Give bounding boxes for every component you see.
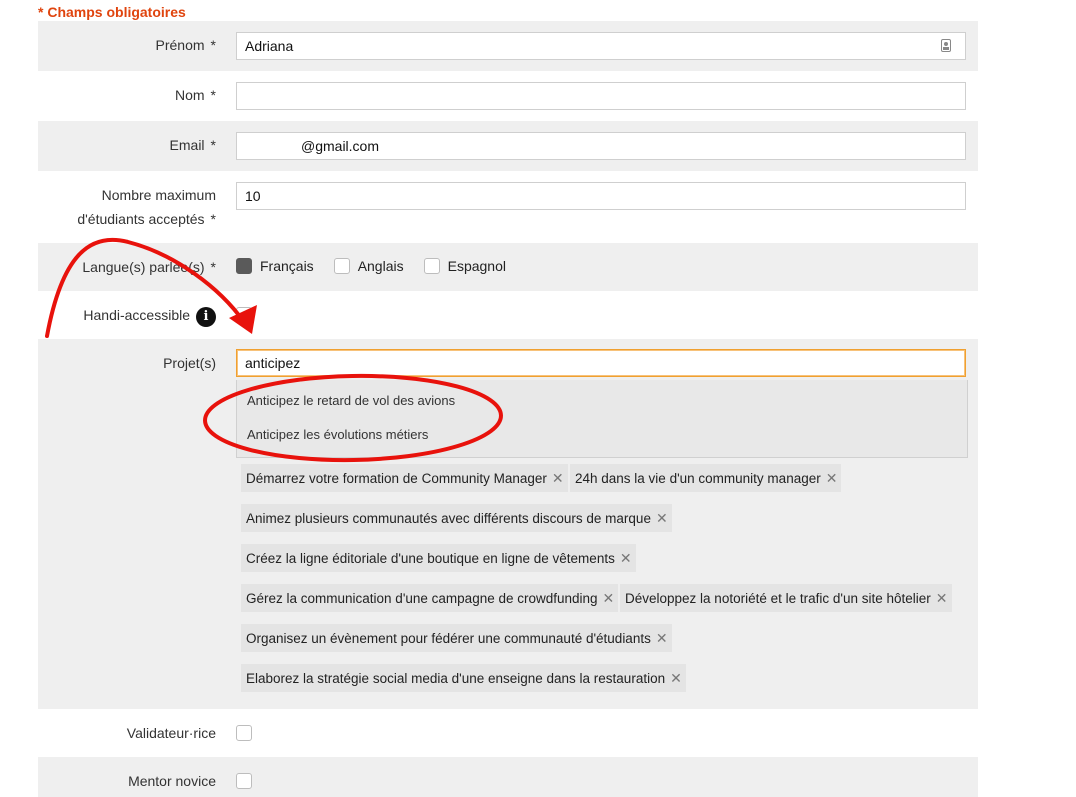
nom-input[interactable] [236, 82, 966, 110]
remove-tag-icon[interactable]: ✕ [826, 470, 838, 486]
remove-tag-icon[interactable]: ✕ [603, 590, 615, 606]
label-handi: Handi-accessible [83, 307, 190, 323]
row-languages: Langue(s) parlée(s) * Français Anglais Es… [38, 243, 978, 291]
label-max-students-line1: Nombre maximum [101, 187, 216, 203]
row-max-students: Nombre maximum d'étudiants acceptés * 10 [38, 171, 978, 243]
label-languages: Langue(s) parlée(s) * [82, 259, 216, 275]
project-tag: Créez la ligne éditoriale d'une boutique… [241, 544, 636, 572]
remove-tag-icon[interactable]: ✕ [936, 590, 948, 606]
label-projets: Projet(s) [163, 355, 216, 371]
francais-checkbox[interactable] [236, 258, 252, 274]
label-max-students-line2: d'étudiants acceptés * [77, 211, 216, 227]
project-tag: Développez la notoriété et le trafic d'u… [620, 584, 952, 612]
remove-tag-icon[interactable]: ✕ [656, 630, 668, 646]
suggestion-item[interactable]: Anticipez le retard de vol des avions [247, 393, 455, 408]
label-email: Email * [169, 137, 216, 153]
anglais-checkbox[interactable] [333, 258, 350, 274]
email-input[interactable]: @gmail.com [236, 132, 966, 160]
label-nom: Nom * [174, 87, 216, 103]
project-tag: Démarrez votre formation de Community Ma… [241, 464, 568, 492]
label-mentor: Mentor novice [128, 773, 216, 789]
mentor-checkbox[interactable] [236, 773, 252, 789]
espagnol-checkbox[interactable] [423, 258, 440, 274]
max-students-input[interactable]: 10 [236, 182, 966, 210]
label-prenom: Prénom * [155, 37, 216, 53]
project-tag: Animez plusieurs communautés avec différ… [241, 504, 672, 532]
required-fields-note: * Champs obligatoires [38, 4, 186, 20]
row-nom: Nom * [38, 71, 978, 121]
project-tag: Organisez un évènement pour fédérer une … [241, 624, 672, 652]
row-handi: Handi-accessible i [38, 291, 978, 339]
row-email: Email * @gmail.com [38, 121, 978, 171]
project-tag: 24h dans la vie d'un community manager ✕ [570, 464, 842, 492]
suggestion-item[interactable]: Anticipez les évolutions métiers [247, 427, 428, 442]
info-icon[interactable]: i [196, 307, 216, 327]
projets-search-input[interactable]: anticipez [236, 349, 966, 377]
language-option-espagnol[interactable]: Espagnol [423, 258, 506, 274]
handi-checkbox[interactable] [236, 307, 252, 323]
projets-suggestions-dropdown: Anticipez le retard de vol des avions An… [236, 380, 968, 458]
language-option-anglais[interactable]: Anglais [333, 258, 404, 274]
row-mentor: Mentor novice [38, 757, 978, 797]
remove-tag-icon[interactable]: ✕ [552, 470, 564, 486]
remove-tag-icon[interactable]: ✕ [620, 550, 632, 566]
contact-card-icon[interactable] [941, 39, 951, 52]
remove-tag-icon[interactable]: ✕ [656, 510, 668, 526]
remove-tag-icon[interactable]: ✕ [670, 670, 682, 686]
row-validateur: Validateur·rice [38, 709, 978, 757]
language-option-francais[interactable]: Français [236, 258, 314, 274]
label-validateur: Validateur·rice [126, 725, 216, 741]
prenom-input[interactable]: Adriana [236, 32, 966, 60]
project-tag: Elaborez la stratégie social media d'une… [241, 664, 686, 692]
validateur-checkbox[interactable] [236, 725, 252, 741]
row-prenom: Prénom * Adriana [38, 21, 978, 71]
project-tag: Gérez la communication d'une campagne de… [241, 584, 619, 612]
languages-group: Français Anglais Espagnol [236, 258, 526, 274]
